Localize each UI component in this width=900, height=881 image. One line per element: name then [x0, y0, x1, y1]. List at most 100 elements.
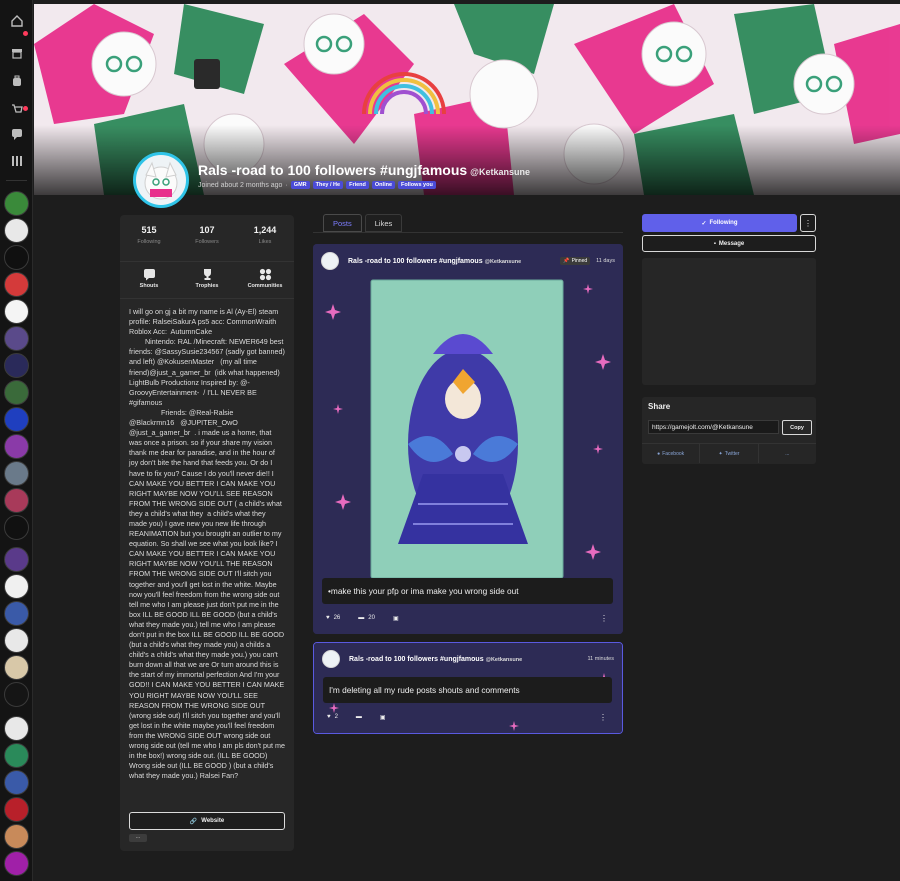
- stat-label: Following: [137, 239, 161, 245]
- stat-value: 1,244: [253, 225, 277, 235]
- shouts-button[interactable]: Shouts: [124, 268, 174, 298]
- post-card[interactable]: Rals -road to 100 followers #ungjfamous @…: [313, 244, 623, 634]
- community-avatar[interactable]: [4, 326, 29, 351]
- community-avatar[interactable]: [4, 628, 29, 653]
- community-avatar[interactable]: [4, 245, 29, 270]
- chat-bubble-icon: [124, 268, 174, 283]
- post-author-handle: @Ketkansune: [485, 656, 523, 663]
- stat-likes[interactable]: 1,244 Likes: [240, 225, 290, 255]
- share-more-button[interactable]: ...: [759, 444, 816, 463]
- profile-handle[interactable]: @Ketkansune: [470, 167, 530, 177]
- post-author-avatar[interactable]: [322, 650, 340, 668]
- trophies-button[interactable]: Trophies: [182, 268, 232, 298]
- copy-button[interactable]: Copy: [782, 420, 812, 435]
- stat-followers[interactable]: 107 Followers: [182, 225, 232, 255]
- heart-icon[interactable]: ♥: [327, 714, 331, 720]
- community-avatar[interactable]: [4, 515, 29, 540]
- message-button[interactable]: ▪ Message: [642, 235, 816, 252]
- left-rail: [0, 0, 33, 881]
- notification-dot: [23, 106, 28, 111]
- link-icon: 🔗: [189, 818, 198, 825]
- share-facebook-button[interactable]: ● Facebook: [642, 444, 701, 463]
- community-avatar[interactable]: [4, 488, 29, 513]
- more-label: ...: [785, 450, 790, 457]
- following-button[interactable]: ✓ Following: [642, 214, 797, 232]
- community-avatar[interactable]: [4, 743, 29, 768]
- community-avatar[interactable]: [4, 824, 29, 849]
- post-background-art: [313, 244, 623, 634]
- community-avatar[interactable]: [4, 218, 29, 243]
- profile-more-button[interactable]: ⋮: [800, 214, 816, 232]
- post-more-icon[interactable]: ⋮: [600, 614, 608, 623]
- bio-more-button[interactable]: ...: [129, 834, 147, 842]
- grid-icon: [240, 268, 290, 283]
- communities-button[interactable]: Communities: [240, 268, 290, 298]
- kebab-icon: ⋮: [804, 218, 812, 228]
- post-card[interactable]: Rals -road to 100 followers #ungjfamous @…: [313, 642, 623, 734]
- post-caption: I'm deleting all my rude posts shouts an…: [323, 677, 612, 703]
- trophy-icon: [182, 268, 232, 283]
- community-avatar[interactable]: [4, 461, 29, 486]
- tab-posts[interactable]: Posts: [323, 214, 362, 232]
- community-avatar[interactable]: [4, 716, 29, 741]
- profile-card: 515 Following 107 Followers 1,244 Likes …: [120, 215, 294, 851]
- community-avatar[interactable]: [4, 574, 29, 599]
- community-avatar[interactable]: [4, 547, 29, 572]
- profile-stats: 515 Following 107 Followers 1,244 Likes: [120, 215, 294, 255]
- backpack-icon[interactable]: [8, 72, 25, 89]
- community-avatar[interactable]: [4, 407, 29, 432]
- profile-avatar[interactable]: [133, 152, 189, 208]
- post-header: Rals -road to 100 followers #ungjfamous @…: [322, 650, 614, 668]
- app-root: Rals -road to 100 followers #ungjfamous @…: [0, 0, 900, 881]
- post-time[interactable]: 11 days: [596, 258, 615, 264]
- post-caption: •make this your pfp or ima make you wron…: [322, 578, 613, 604]
- profile-bio: I will go on gj a bit my name is Al (Ay-…: [129, 307, 285, 781]
- community-avatar[interactable]: [4, 601, 29, 626]
- community-avatar[interactable]: [4, 682, 29, 707]
- community-avatar[interactable]: [4, 770, 29, 795]
- share-url-field[interactable]: https://gamejolt.com/@Ketkansune: [648, 420, 779, 434]
- tab-likes[interactable]: Likes: [364, 214, 403, 232]
- like-count: 26: [333, 615, 341, 621]
- comment-icon[interactable]: ▬: [356, 714, 362, 720]
- community-avatar[interactable]: [4, 191, 29, 216]
- facebook-icon: ●: [657, 450, 661, 457]
- post-author-name: Rals -road to 100 followers #ungjfamous: [348, 257, 483, 265]
- action-label: Communities: [247, 283, 283, 289]
- profile-meta: Joined about 2 months ago · GMR They / H…: [198, 181, 436, 189]
- home-icon[interactable]: [8, 12, 25, 29]
- community-avatar[interactable]: [4, 797, 29, 822]
- community-avatar[interactable]: [4, 272, 29, 297]
- profile-tag: They / He: [312, 181, 344, 189]
- community-avatar[interactable]: [4, 380, 29, 405]
- post-more-icon[interactable]: ⋮: [599, 713, 607, 722]
- share-twitter-button[interactable]: ✦ Twitter: [700, 444, 759, 463]
- message-icon: ▪: [713, 240, 716, 247]
- post-author[interactable]: Rals -road to 100 followers #ungjfamous @…: [348, 258, 521, 265]
- stat-following[interactable]: 515 Following: [124, 225, 174, 255]
- community-avatar[interactable]: [4, 655, 29, 680]
- store-icon[interactable]: [8, 44, 25, 61]
- community-avatar[interactable]: [4, 851, 29, 876]
- post-author-handle: @Ketkansune: [484, 258, 522, 265]
- twitter-label: Twitter: [724, 450, 740, 457]
- meta-separator: ·: [285, 181, 288, 189]
- community-avatar[interactable]: [4, 434, 29, 459]
- website-label: Website: [201, 818, 225, 824]
- heart-icon[interactable]: ♥: [326, 615, 330, 621]
- post-author-avatar[interactable]: [321, 252, 339, 270]
- community-avatar[interactable]: [4, 353, 29, 378]
- sticker-icon[interactable]: ▣: [393, 615, 399, 622]
- share-links: ● Facebook ✦ Twitter ...: [642, 443, 816, 463]
- community-avatar[interactable]: [4, 299, 29, 324]
- facebook-label: Facebook: [662, 450, 685, 457]
- following-label: Following: [709, 220, 738, 226]
- chat-icon[interactable]: [8, 125, 25, 142]
- post-author[interactable]: Rals -road to 100 followers #ungjfamous @…: [349, 656, 522, 663]
- notification-dot: [23, 31, 28, 36]
- sticker-icon[interactable]: ▣: [380, 714, 386, 721]
- website-button[interactable]: 🔗 Website: [129, 812, 285, 830]
- library-icon[interactable]: [8, 152, 25, 169]
- post-time[interactable]: 11 minutes: [588, 656, 615, 662]
- comment-icon[interactable]: ▬: [358, 615, 364, 621]
